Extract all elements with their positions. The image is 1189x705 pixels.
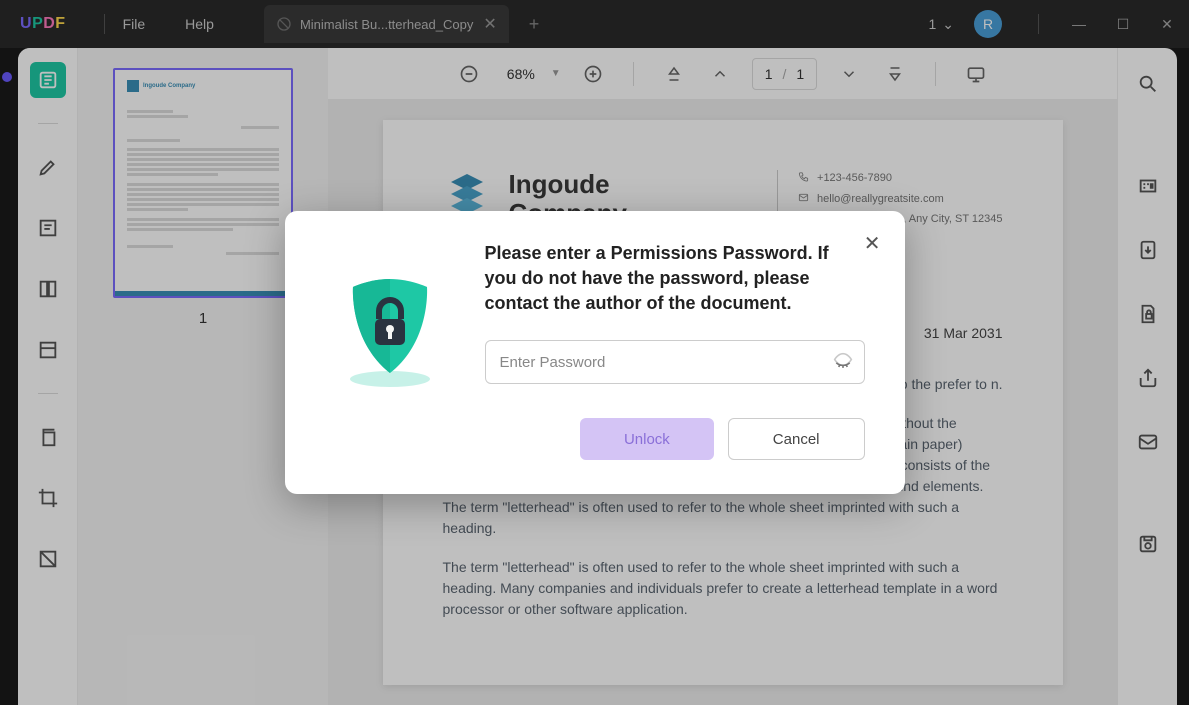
toggle-visibility-button[interactable] — [833, 350, 853, 375]
modal-message: Please enter a Permissions Password. If … — [485, 241, 865, 317]
password-input[interactable] — [485, 340, 865, 384]
cancel-button[interactable]: Cancel — [728, 418, 865, 460]
shield-lock-icon — [325, 241, 455, 391]
password-modal: ✕ Please enter a Permissions Password. I… — [285, 211, 905, 495]
modal-overlay: ✕ Please enter a Permissions Password. I… — [0, 0, 1189, 705]
modal-close-button[interactable]: ✕ — [864, 231, 881, 256]
unlock-button[interactable]: Unlock — [580, 418, 714, 460]
